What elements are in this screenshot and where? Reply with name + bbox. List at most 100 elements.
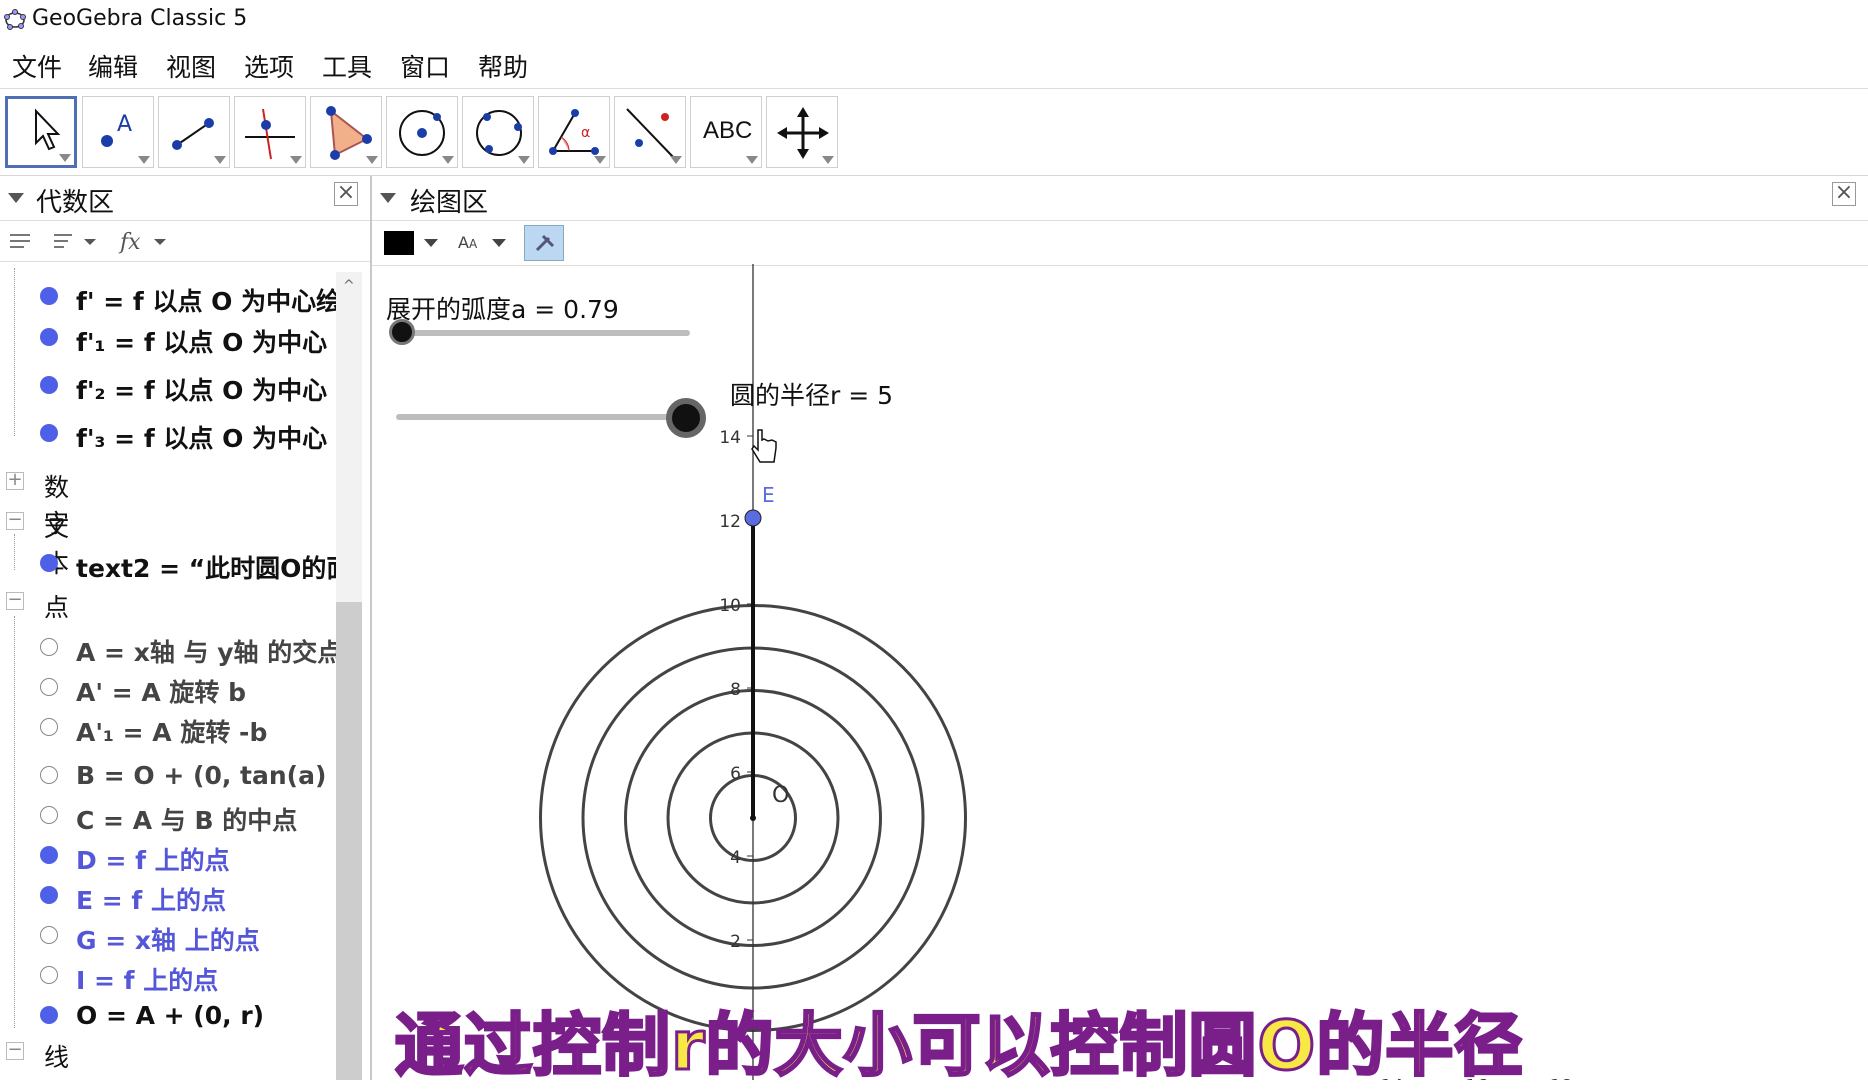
group-label: 点 [44,593,70,622]
algebra-row[interactable]: A' = A 旋转 b [0,670,340,706]
algebra-row[interactable]: f'₁ = f 以点 O 为中心 [0,320,340,356]
slider-r-label: 圆的半径r = 5 [730,381,894,410]
pin-toggle[interactable] [524,225,564,261]
svg-text:α: α [581,125,590,141]
algebra-row[interactable]: I = f 上的点 [0,958,340,994]
algebra-row-text: I = f 上的点 [76,966,219,994]
menu-file[interactable]: 文件 [12,48,62,84]
algebra-view: 代数区 × fx f' = f 以点 O 为中心绘 f'₁ = f 以点 O 为… [0,176,372,1080]
chevron-down-icon [366,156,378,164]
visibility-toggle[interactable] [40,766,58,784]
algebra-row[interactable]: B = O + (0, tan(a) r) [0,758,340,794]
algebra-scrollbar[interactable]: ^ [336,272,362,1080]
fx-input-icon[interactable]: fx [118,227,174,255]
plot-canvas[interactable]: 2468101214 141618 O E [372,264,1868,1080]
algebra-row[interactable]: f'₃ = f 以点 O 为中心 [0,416,340,452]
collapse-caret-icon[interactable] [380,193,396,203]
y-tick-label: 10 [719,596,741,616]
title-bar: GeoGebra Classic 5 [0,0,1868,40]
slider-r-knob[interactable] [666,398,706,438]
collapse-icon[interactable]: − [6,511,24,530]
text-size-icon[interactable]: AA [458,233,477,252]
text-tool-button[interactable]: ABC [690,96,762,168]
text-tool-label: ABC [703,117,753,144]
color-swatch[interactable] [384,231,414,255]
reflect-tool-button[interactable] [614,96,686,168]
visibility-toggle[interactable] [40,554,58,572]
chevron-down-icon [518,156,530,164]
move-view-tool-button[interactable] [766,96,838,168]
expand-icon[interactable]: + [6,471,24,490]
angle-tool-button[interactable]: α [538,96,610,168]
close-graphics-icon[interactable]: × [1832,182,1856,206]
collapse-caret-icon[interactable] [8,193,24,203]
algebra-row-text: E = f 上的点 [76,886,227,914]
chevron-down-icon [214,156,226,164]
visibility-toggle[interactable] [40,806,58,824]
algebra-row[interactable]: C = A 与 B 的中点 [0,798,340,834]
menu-tools[interactable]: 工具 [322,48,372,84]
center-point[interactable] [750,815,756,821]
chevron-down-icon[interactable] [424,239,438,247]
algebra-header: 代数区 × [0,176,370,220]
algebra-row[interactable]: E = f 上的点 [0,878,340,914]
video-subtitle: 通过控制r的大小可以控制圆O的半径 [393,1006,1524,1088]
algebra-row[interactable]: A'₁ = A 旋转 -b [0,710,340,746]
algebra-row[interactable]: O = A + (0, r) [0,998,340,1034]
circle-three-points-tool-button[interactable] [462,96,534,168]
collapse-icon[interactable]: − [6,1041,24,1060]
algebra-row[interactable]: f'₂ = f 以点 O 为中心 [0,368,340,404]
visibility-toggle[interactable] [40,376,58,394]
point-e[interactable] [744,509,762,527]
chevron-down-icon [138,156,150,164]
visibility-toggle[interactable] [40,966,58,984]
visibility-toggle[interactable] [40,287,58,305]
algebra-row-text: A = x轴 与 y轴 的交点 [76,638,340,666]
algebra-row[interactable]: text2 = “此时圆O的面 [0,546,340,582]
visibility-toggle[interactable] [40,718,58,736]
y-tick-label: 14 [719,428,741,448]
scrollbar-thumb[interactable] [336,602,362,1080]
visibility-toggle[interactable] [40,1006,58,1024]
visibility-toggle[interactable] [40,846,58,864]
description-mode-icon[interactable] [8,231,32,253]
visibility-toggle[interactable] [40,638,58,656]
menu-options[interactable]: 选项 [244,48,294,84]
menu-window[interactable]: 窗口 [400,48,450,84]
y-tick-label: 4 [730,848,741,868]
menu-help[interactable]: 帮助 [478,48,528,84]
sort-icon[interactable] [50,231,100,253]
polygon-tool-button[interactable] [310,96,382,168]
algebra-row-text: f'₂ = f 以点 O 为中心 [76,376,328,404]
visibility-toggle[interactable] [40,328,58,346]
circle-tool-button[interactable] [386,96,458,168]
chevron-down-icon [290,156,302,164]
menu-edit[interactable]: 编辑 [88,48,138,84]
visibility-toggle[interactable] [40,926,58,944]
visibility-toggle[interactable] [40,424,58,442]
collapse-icon[interactable]: − [6,591,24,610]
algebra-row-text: A'₁ = A 旋转 -b [76,718,268,746]
chevron-down-icon [442,156,454,164]
graphics-header: 绘图区 × [372,176,1868,220]
algebra-row[interactable]: D = f 上的点 [0,838,340,874]
slider-a-knob[interactable] [389,319,415,345]
menu-view[interactable]: 视图 [166,48,216,84]
slider-r-track[interactable] [396,414,686,420]
visibility-toggle[interactable] [40,886,58,904]
algebra-row[interactable]: f' = f 以点 O 为中心绘 [0,279,340,315]
chevron-down-icon[interactable] [492,239,506,247]
visibility-toggle[interactable] [40,678,58,696]
slider-a-track[interactable] [400,330,690,336]
algebra-row[interactable]: A = x轴 与 y轴 的交点 [0,630,340,666]
point-tool-button[interactable]: A [82,96,154,168]
scroll-up-icon[interactable]: ^ [343,278,355,294]
toolbar: A α ABC [0,89,1868,177]
y-tick-label: 6 [730,764,741,784]
close-algebra-icon[interactable]: × [334,182,358,206]
move-tool-button[interactable] [5,96,77,168]
perpendicular-tool-button[interactable] [234,96,306,168]
segment-tool-button[interactable] [158,96,230,168]
algebra-row[interactable]: G = x轴 上的点 [0,918,340,954]
algebra-title: 代数区 [36,188,115,218]
